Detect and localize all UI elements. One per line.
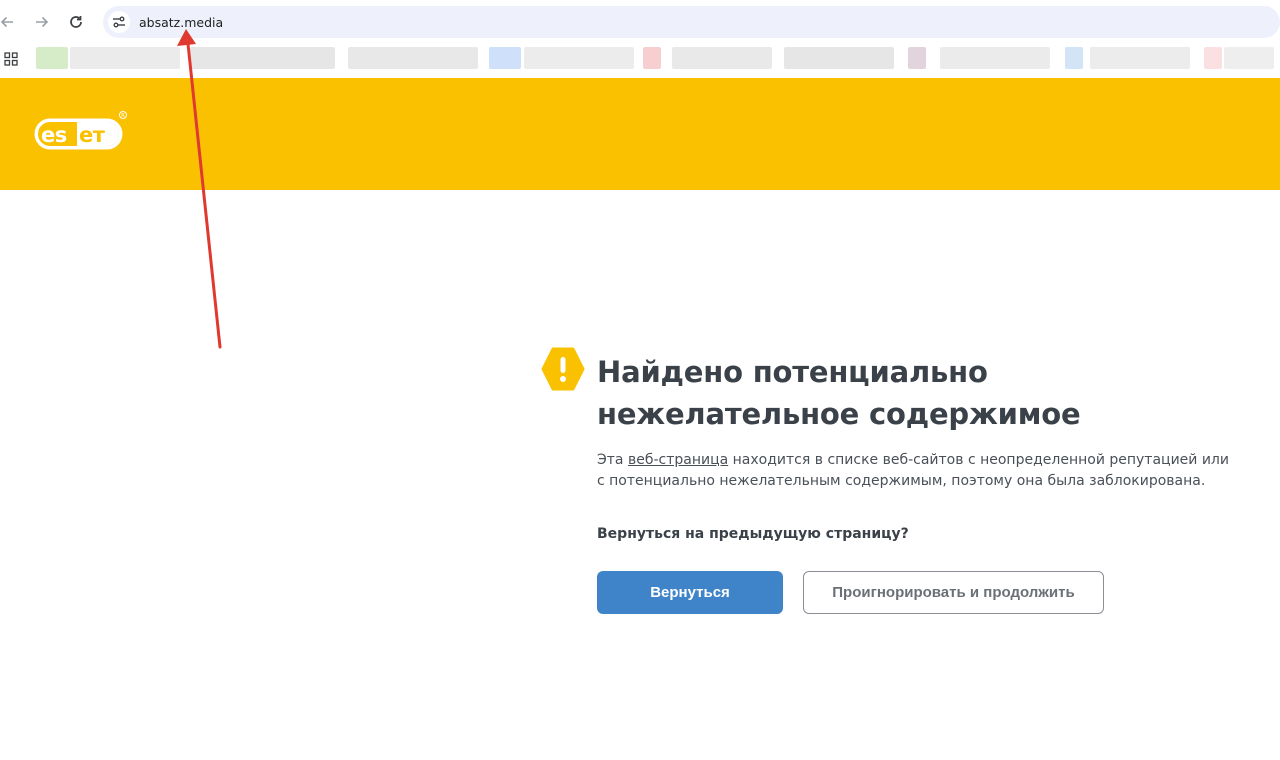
bookmark-item[interactable] (1224, 47, 1274, 69)
arrow-right-icon (36, 16, 49, 28)
apps-grid-icon[interactable] (4, 52, 18, 66)
eset-logo: es eт R (34, 111, 127, 150)
svg-text:R: R (121, 113, 125, 119)
bookmark-item[interactable] (36, 47, 68, 69)
description-prefix: Эта (597, 452, 628, 468)
bookmark-item[interactable] (1065, 47, 1083, 69)
browser-window: absatz.media es eт R Найдено потенциальн… (0, 0, 1280, 760)
bookmark-item[interactable] (524, 47, 634, 69)
forward-button[interactable] (30, 10, 54, 34)
bookmark-item[interactable] (643, 47, 661, 69)
webpage-link[interactable]: веб-страница (628, 452, 728, 468)
bookmark-item[interactable] (190, 47, 335, 69)
back-button[interactable] (0, 10, 19, 34)
return-question: Вернуться на предыдущую страницу? (597, 526, 909, 542)
tune-icon (113, 16, 125, 28)
eset-banner: es eт R (0, 78, 1280, 190)
svg-text:eт: eт (79, 123, 106, 147)
bookmark-item[interactable] (70, 47, 180, 69)
bookmark-item[interactable] (672, 47, 772, 69)
bookmark-item[interactable] (1204, 47, 1222, 69)
back-to-previous-button[interactable]: Вернуться (597, 571, 783, 614)
bookmark-item[interactable] (784, 47, 894, 69)
ignore-and-continue-button[interactable]: Проигнорировать и продолжить (803, 571, 1104, 614)
address-bar[interactable]: absatz.media (103, 6, 1280, 38)
reload-icon (70, 16, 82, 28)
svg-text:es: es (41, 123, 67, 147)
arrow-left-icon (0, 16, 13, 28)
bookmark-item[interactable] (348, 47, 478, 69)
reload-button[interactable] (64, 10, 88, 34)
description-text: Эта веб-страница находится в списке веб-… (597, 450, 1237, 492)
url-text[interactable]: absatz.media (139, 15, 223, 30)
page-title: Найдено потенциально нежелательное содер… (597, 355, 1081, 431)
bookmark-item[interactable] (908, 47, 926, 69)
bookmark-item[interactable] (489, 47, 521, 69)
site-info-button[interactable] (108, 11, 130, 33)
bookmarks-bar (0, 44, 1280, 72)
bookmark-item[interactable] (940, 47, 1050, 69)
warning-icon (541, 347, 585, 391)
bookmark-item[interactable] (1090, 47, 1190, 69)
browser-toolbar: absatz.media (0, 0, 1280, 44)
